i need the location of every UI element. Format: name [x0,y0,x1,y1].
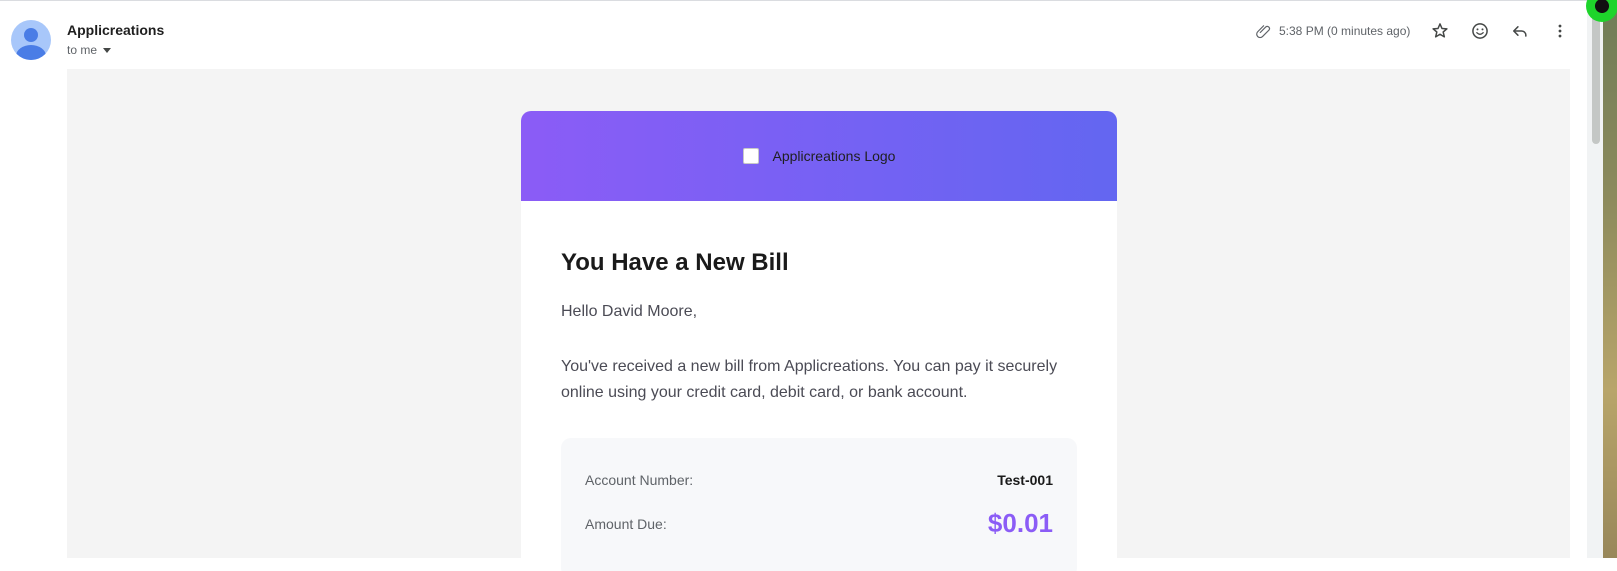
message-meta: 5:38 PM (0 minutes ago) [1255,22,1410,40]
bill-details-box: Account Number: Test-001 Amount Due: $0.… [561,438,1077,571]
emoji-reaction-button[interactable] [1468,19,1492,43]
reply-icon [1513,26,1527,37]
logo-alt-text: Applicreations Logo [772,148,896,164]
avatar-body [16,45,46,60]
bill-card: Applicreations Logo You Have a New Bill … [521,111,1117,571]
star-button[interactable] [1428,19,1452,43]
account-number-value: Test-001 [997,472,1053,488]
timestamp: 5:38 PM (0 minutes ago) [1279,24,1411,38]
amount-due-value: $0.01 [987,508,1053,538]
amount-due-row: Amount Due: $0.01 [585,508,1053,539]
star-icon [1432,23,1448,38]
chevron-down-icon [103,47,112,53]
bill-card-body: You Have a New Bill Hello David Moore, Y… [521,201,1117,571]
account-number-label: Account Number: [585,472,694,488]
account-number-row: Account Number: Test-001 [585,472,1053,488]
company-logo: Applicreations Logo [742,148,896,164]
avatar-head [24,28,38,42]
recipient-details-toggle[interactable]: to me [67,43,112,57]
top-divider [0,0,1617,1]
more-options-button[interactable] [1548,19,1572,43]
emoji-icon [1472,23,1488,39]
greeting-text: Hello David Moore, [561,303,698,320]
reply-button[interactable] [1508,19,1532,43]
broken-image-icon [742,148,759,164]
amount-due-label: Amount Due: [585,515,667,532]
paperclip-icon [1256,25,1271,39]
recipient-label: to me [67,43,98,57]
sender-avatar[interactable] [11,20,51,60]
bill-title: You Have a New Bill [561,249,789,276]
bill-card-header: Applicreations Logo [521,111,1117,201]
sender-name: Applicreations [67,22,165,38]
background-photo-edge [1603,0,1617,558]
bill-description: You've received a new bill from Applicre… [561,358,1058,401]
email-body-canvas: Applicreations Logo You Have a New Bill … [67,69,1570,571]
scrollbar-thumb[interactable] [1592,12,1600,144]
more-vert-icon [1558,24,1562,38]
